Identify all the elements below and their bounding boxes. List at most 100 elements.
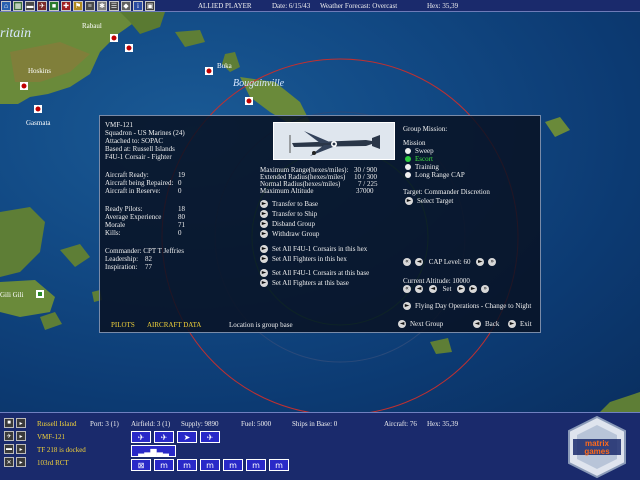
mission-option-lrcap[interactable]: Long Range CAP <box>405 171 465 180</box>
set-fighters-base-button[interactable]: ► Set All Fighters at this base <box>260 279 349 288</box>
unit-counter-base-force[interactable]: m <box>154 459 174 471</box>
troop-icon[interactable]: ✕ <box>4 457 14 467</box>
arrow-right-icon: ► <box>260 245 268 254</box>
status-text: Location is group base <box>229 321 293 329</box>
hex-label: Hex: 35,39 <box>427 2 459 10</box>
mission-label: Sweep <box>415 147 434 155</box>
arrow-left-icon[interactable]: ◄ <box>415 258 423 267</box>
stat-value: 71 <box>178 221 185 229</box>
gear-icon[interactable]: ✱ <box>97 1 107 11</box>
unit-counter-base-force[interactable]: m <box>200 459 220 471</box>
unit-counter-fighter[interactable]: ✈ <box>200 431 220 443</box>
unit-counter-fighter[interactable]: ✈ <box>131 431 151 443</box>
arrow-double-left-icon[interactable]: « <box>403 285 411 294</box>
unit-counter-infantry[interactable]: ⊠ <box>131 459 151 471</box>
arrow-right-icon: ► <box>405 197 413 206</box>
radio-icon <box>405 148 411 155</box>
altitude-control: «◄ ◄ Set ► ►» <box>403 285 493 294</box>
tab-icon[interactable]: ▸ <box>16 431 26 441</box>
place-rabaul[interactable]: Rabaul <box>82 22 102 30</box>
back-button[interactable]: ◄ Back <box>473 320 499 329</box>
unit-counter-fighter[interactable]: ✈ <box>154 431 174 443</box>
button-label: Exit <box>520 320 532 328</box>
place-hoskins[interactable]: Hoskins <box>28 67 51 75</box>
stat-label: Aircraft in Reserve: <box>105 187 161 195</box>
disband-group-button[interactable]: ► Disband Group <box>260 220 315 229</box>
stat-label: Kills: <box>105 229 121 237</box>
place-buka[interactable]: Buka <box>217 62 232 70</box>
info-icon[interactable]: i <box>133 1 143 11</box>
bottom-row-unit[interactable]: 103rd RCT <box>37 459 69 467</box>
unit-counter-base-force[interactable]: m <box>223 459 243 471</box>
target-label: Target: Commander Discretion <box>403 188 490 196</box>
unit-counter-base-force[interactable]: m <box>177 459 197 471</box>
flying-ops-button[interactable]: ► Flying Day Operations - Change to Night <box>403 302 531 311</box>
place-gasmata[interactable]: Gasmata <box>26 119 51 127</box>
button-label: Next Group <box>410 320 444 328</box>
top-bar: ⌂ ▦ ▬ ✈ ■ ✚ ⚑ ≡ ✱ ☰ ◆ i ▣ ALLIED PLAYER … <box>0 0 640 12</box>
side-label: ALLIED PLAYER <box>198 2 252 10</box>
end-icon[interactable]: ▣ <box>145 1 155 11</box>
range-label: Maximum Altitude <box>260 187 314 195</box>
set-corsairs-hex-button[interactable]: ► Set All F4U-1 Corsairs in this hex <box>260 245 367 254</box>
region-label-bougainville: Bougainville <box>233 78 285 89</box>
bottom-row-base[interactable]: Russell Island <box>37 420 76 428</box>
tab-icon[interactable]: ▸ <box>16 457 26 467</box>
commander-label[interactable]: Commander: CPT T Jeffries <box>105 247 184 255</box>
select-target-button[interactable]: ► Select Target <box>405 197 453 206</box>
ship-icon[interactable]: ▬ <box>25 1 35 11</box>
unit-counter-base-force[interactable]: m <box>246 459 266 471</box>
base-icon[interactable]: ■ <box>4 418 14 428</box>
cross-icon[interactable]: ✚ <box>61 1 71 11</box>
button-label: Select Target <box>417 197 454 205</box>
bottom-row-taskforce[interactable]: TF 218 is docked <box>37 446 86 454</box>
hex-info: Hex: 35,39 <box>427 420 459 428</box>
transfer-to-base-button[interactable]: ► Transfer to Base <box>260 200 318 209</box>
arrow-right-icon: ► <box>260 269 268 278</box>
unit-counter-base-force[interactable]: m <box>269 459 289 471</box>
inspiration-label: Inspiration: <box>105 263 138 271</box>
unit-counter-ship[interactable]: ▂▃▆▃▂ <box>131 445 176 457</box>
arrow-double-left-icon[interactable]: « <box>403 258 411 267</box>
tf-icon[interactable]: ≡ <box>85 1 95 11</box>
button-label: Transfer to Ship <box>272 210 318 218</box>
tab-aircraft-data[interactable]: AIRCRAFT DATA <box>147 321 201 329</box>
ship-icon[interactable]: ▬ <box>4 444 14 454</box>
attached-label: Attached to: SOPAC <box>105 137 164 145</box>
button-label: Disband Group <box>272 220 315 228</box>
unit-name: VMF-121 <box>105 121 134 129</box>
map-icon[interactable]: ▦ <box>13 1 23 11</box>
stat-value: 19 <box>178 171 185 179</box>
unit-icon[interactable]: ◆ <box>121 1 131 11</box>
arrow-right-icon[interactable]: ► <box>469 285 478 294</box>
plane-icon[interactable]: ✈ <box>4 431 14 441</box>
button-label: Set All F4U-1 Corsairs in this hex <box>272 245 368 253</box>
tab-icon[interactable]: ▸ <box>16 418 26 428</box>
arrow-double-right-icon[interactable]: » <box>488 258 497 267</box>
flag-icon[interactable]: ⚑ <box>73 1 83 11</box>
exit-button[interactable]: ► Exit <box>508 320 532 329</box>
place-gili-gili[interactable]: Gili Gili <box>0 291 24 299</box>
base-icon[interactable]: ■ <box>49 1 59 11</box>
home-icon[interactable]: ⌂ <box>1 1 11 11</box>
set-corsairs-base-button[interactable]: ► Set All F4U-1 Corsairs at this base <box>260 269 369 278</box>
tab-icon[interactable]: ▸ <box>16 444 26 454</box>
button-label: Transfer to Base <box>272 200 319 208</box>
next-group-button[interactable]: ◄ Next Group <box>398 320 443 329</box>
arrow-left-icon[interactable]: ◄ <box>428 285 437 294</box>
plane-icon[interactable]: ✈ <box>37 1 47 11</box>
transfer-to-ship-button[interactable]: ► Transfer to Ship <box>260 210 317 219</box>
bottom-row-airgroup[interactable]: VMF-121 <box>37 433 65 441</box>
mission-label: Long Range CAP <box>415 171 465 179</box>
matrix-games-logo: matrix games <box>565 415 629 479</box>
tab-pilots[interactable]: PILOTS <box>111 321 135 329</box>
logo-text-line2: games <box>584 447 610 456</box>
arrow-left-icon[interactable]: ◄ <box>415 285 423 294</box>
set-fighters-hex-button[interactable]: ► Set All Fighters in this hex <box>260 255 347 264</box>
arrow-right-icon[interactable]: ► <box>476 258 485 267</box>
arrow-right-icon[interactable]: ► <box>457 285 466 294</box>
unit-counter-patrol[interactable]: ➤ <box>177 431 197 443</box>
arrow-double-right-icon[interactable]: » <box>481 285 490 294</box>
withdraw-group-button[interactable]: ► Withdraw Group <box>260 230 319 239</box>
list-icon[interactable]: ☰ <box>109 1 119 11</box>
